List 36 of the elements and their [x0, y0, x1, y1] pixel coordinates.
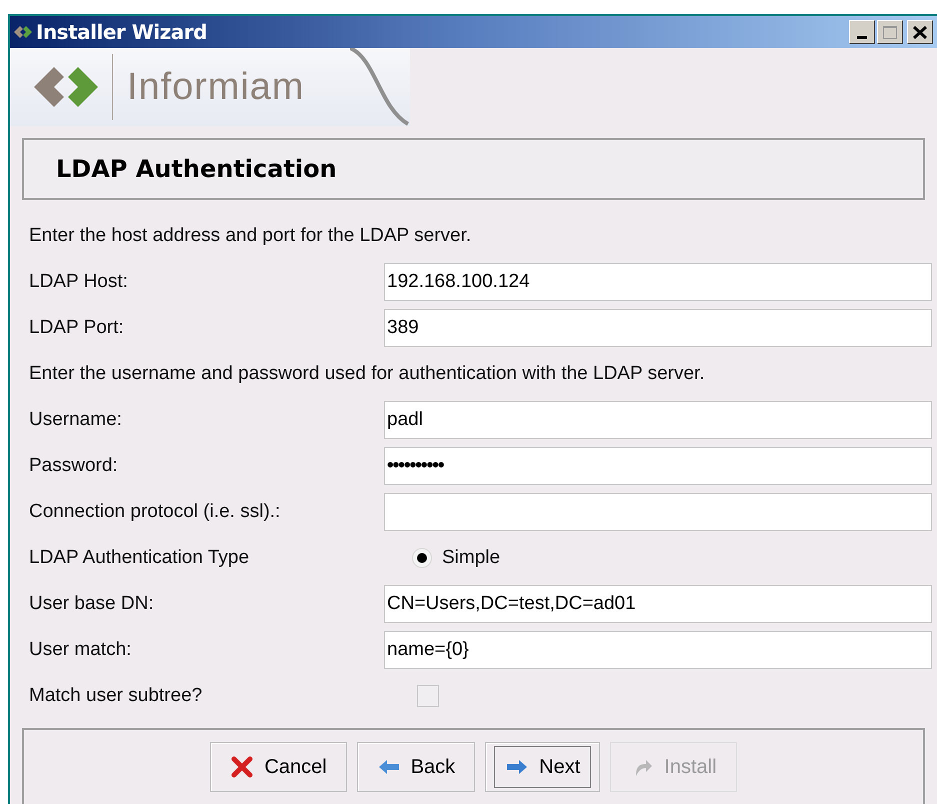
field-label: Password:: [29, 454, 119, 478]
field-label: LDAP Authentication Type: [29, 546, 250, 570]
field-label: User base DN:: [29, 592, 155, 616]
instruction-text: Enter the username and password used for authentication with the LDAP server.: [29, 362, 705, 386]
minimize-icon: [857, 36, 867, 39]
password-field[interactable]: ••••••••••: [384, 447, 932, 485]
input-field[interactable]: [384, 493, 932, 531]
input-field[interactable]: CN=Users,DC=test,DC=ad01: [384, 585, 932, 623]
radio-button[interactable]: [412, 548, 432, 568]
input-field[interactable]: name={0}: [384, 631, 932, 669]
minimize-button[interactable]: [849, 20, 875, 44]
field-label: Match user subtree?: [29, 684, 204, 708]
logo-icon: [34, 67, 98, 107]
maximize-button[interactable]: [877, 20, 903, 44]
checkbox[interactable]: [417, 685, 439, 707]
back-button[interactable]: Back: [356, 742, 476, 792]
cross-icon: [230, 756, 254, 778]
app-icon: [14, 26, 32, 38]
close-icon: [913, 26, 927, 38]
field-label: LDAP Host:: [29, 270, 129, 294]
input-field[interactable]: padl: [384, 401, 932, 439]
cancel-button[interactable]: Cancel: [210, 742, 347, 792]
instruction-text: Enter the host address and port for the LDAP server.: [29, 224, 472, 248]
radio-label: Simple: [442, 546, 500, 570]
logo-text: Informiam: [127, 64, 304, 110]
next-button[interactable]: Next: [485, 742, 600, 792]
input-field[interactable]: 389: [384, 309, 932, 347]
maximize-icon: [883, 26, 897, 38]
window-title: Installer Wizard: [36, 19, 207, 46]
field-label: Connection protocol (i.e. ssl).:: [29, 500, 282, 524]
close-button[interactable]: [907, 20, 933, 44]
input-field[interactable]: 192.168.100.124: [384, 263, 932, 301]
field-label: LDAP Port:: [29, 316, 125, 340]
field-label: Username:: [29, 408, 123, 432]
field-label: User match:: [29, 638, 132, 662]
page-title: LDAP Authentication: [56, 154, 337, 185]
